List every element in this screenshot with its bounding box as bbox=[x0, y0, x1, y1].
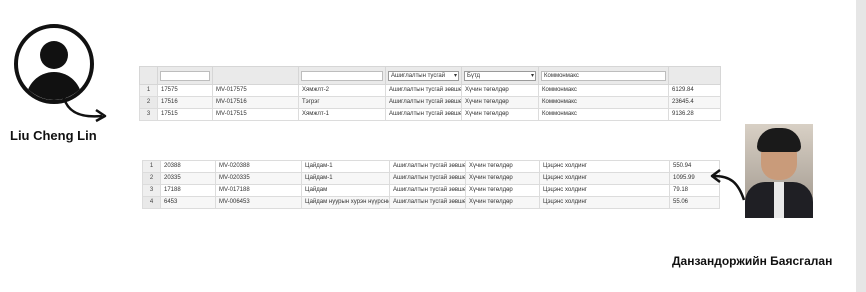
cell-name: Цайдам-1 bbox=[301, 160, 390, 173]
cell-company: Коммонмакс bbox=[538, 96, 669, 109]
filter-select-type[interactable]: Ашиглалтын тусгай ▾ bbox=[388, 70, 459, 81]
filter-select-status[interactable]: Бүтд ▾ bbox=[464, 70, 536, 81]
filter-cell-status: Бүтд ▾ bbox=[461, 66, 539, 85]
cell-code: 17188 bbox=[160, 184, 216, 197]
cell-type: Ашиглалтын тусгай зөвшөө bbox=[389, 184, 466, 197]
cell-type: Ашиглалтын тусгай зөвшөө bbox=[389, 172, 466, 185]
person-photo bbox=[745, 124, 813, 218]
table-row[interactable]: 2 20335 MV-020335 Цайдам-1 Ашиглалтын ту… bbox=[142, 172, 720, 185]
cell-company: Коммонмакс bbox=[538, 84, 669, 97]
chevron-down-icon: ▾ bbox=[453, 72, 457, 79]
cell-license: MV-020335 bbox=[215, 172, 302, 185]
photo-shirt bbox=[774, 182, 784, 218]
cell-area: 9136.28 bbox=[668, 108, 721, 121]
row-index: 2 bbox=[139, 96, 158, 109]
table-row[interactable]: 2 17516 MV-017516 Тэгрэг Ашиглалтын тусг… bbox=[139, 96, 721, 109]
cell-license: MV-017515 bbox=[212, 108, 299, 121]
chevron-down-icon: ▾ bbox=[530, 72, 534, 79]
cell-company: Цэцэнс холдинг bbox=[539, 184, 670, 197]
license-table-top: Ашиглалтын тусгай ▾ Бүтд ▾ Коммонмакс 1 17… bbox=[139, 66, 721, 121]
cell-status: Хүчин төгөлдөр bbox=[461, 108, 539, 121]
license-table-bottom: 1 20388 MV-020388 Цайдам-1 Ашиглалтын ту… bbox=[142, 160, 720, 209]
filter-cell-blank bbox=[139, 66, 158, 85]
filter-input-code[interactable] bbox=[160, 70, 210, 81]
filter-input-company[interactable]: Коммонмакс bbox=[541, 70, 666, 81]
row-index: 2 bbox=[142, 172, 161, 185]
filter-select-type-value: Ашиглалтын тусгай bbox=[391, 72, 446, 79]
cell-license: MV-017188 bbox=[215, 184, 302, 197]
cell-name: Цайдам-1 bbox=[301, 172, 390, 185]
filter-cell-license bbox=[212, 66, 299, 85]
table-row[interactable]: 3 17188 MV-017188 Цайдам Ашиглалтын тусг… bbox=[142, 184, 720, 197]
cell-company: Коммонмакс bbox=[538, 108, 669, 121]
cell-status: Хүчин төгөлдөр bbox=[465, 184, 540, 197]
cell-code: 20335 bbox=[160, 172, 216, 185]
cell-area: 6129.84 bbox=[668, 84, 721, 97]
cell-type: Ашиглалтын тусгай зөвшөө bbox=[389, 160, 466, 173]
cell-license: MV-006453 bbox=[215, 196, 302, 209]
cell-name: Цайдам нуурын хурэн нүүрсний bbox=[301, 196, 390, 209]
row-index: 1 bbox=[142, 160, 161, 173]
cell-name: Цайдам bbox=[301, 184, 390, 197]
table-row[interactable]: 1 20388 MV-020388 Цайдам-1 Ашиглалтын ту… bbox=[142, 160, 720, 173]
filter-cell-company: Коммонмакс bbox=[538, 66, 669, 85]
right-edge-strip bbox=[856, 0, 866, 292]
row-index: 3 bbox=[139, 108, 158, 121]
user-avatar-icon bbox=[14, 24, 94, 104]
cell-status: Хүчин төгөлдөр bbox=[465, 172, 540, 185]
arrow-left-icon bbox=[710, 169, 746, 201]
cell-type: Ашиглалтын тусгай зөвшөө bbox=[389, 196, 466, 209]
row-index: 3 bbox=[142, 184, 161, 197]
arrow-right-icon bbox=[62, 97, 107, 123]
filter-select-status-value: Бүтд bbox=[467, 72, 480, 79]
cell-status: Хүчин төгөлдөр bbox=[461, 96, 539, 109]
cell-status: Хүчин төгөлдөр bbox=[461, 84, 539, 97]
table-row[interactable]: 4 6453 MV-006453 Цайдам нуурын хурэн нүү… bbox=[142, 196, 720, 209]
cell-code: 6453 bbox=[160, 196, 216, 209]
avatar-head bbox=[40, 41, 68, 69]
cell-type: Ашиглалтын тусгай зөвшөө bbox=[385, 96, 462, 109]
table-row[interactable]: 1 17575 MV-017575 Хямжлт-2 Ашиглалтын ту… bbox=[139, 84, 721, 97]
cell-status: Хүчин төгөлдөр bbox=[465, 196, 540, 209]
cell-code: 17515 bbox=[157, 108, 213, 121]
cell-code: 17575 bbox=[157, 84, 213, 97]
cell-type: Ашиглалтын тусгай зөвшөө bbox=[385, 84, 462, 97]
cell-license: MV-017575 bbox=[212, 84, 299, 97]
table-row[interactable]: 3 17515 MV-017515 Хямжлт-1 Ашиглалтын ту… bbox=[139, 108, 721, 121]
filter-cell-name bbox=[298, 66, 386, 85]
filter-cell-type: Ашиглалтын тусгай ▾ bbox=[385, 66, 462, 85]
cell-company: Цэцэнс холдинг bbox=[539, 172, 670, 185]
cell-area: 23645.4 bbox=[668, 96, 721, 109]
filter-cell-code bbox=[157, 66, 213, 85]
cell-code: 20388 bbox=[160, 160, 216, 173]
cell-company: Цэцэнс холдинг bbox=[539, 196, 670, 209]
photo-hair bbox=[757, 128, 801, 152]
filter-input-company-value: Коммонмакс bbox=[544, 72, 579, 79]
cell-type: Ашиглалтын тусгай зөвшөө bbox=[385, 108, 462, 121]
cell-company: Цэцэнс холдинг bbox=[539, 160, 670, 173]
filter-cell-area bbox=[668, 66, 721, 85]
cell-name: Тэгрэг bbox=[298, 96, 386, 109]
cell-code: 17516 bbox=[157, 96, 213, 109]
filter-input-name[interactable] bbox=[301, 70, 383, 81]
row-index: 1 bbox=[139, 84, 158, 97]
cell-status: Хүчин төгөлдөр bbox=[465, 160, 540, 173]
filter-row: Ашиглалтын тусгай ▾ Бүтд ▾ Коммонмакс bbox=[139, 66, 721, 85]
cell-name: Хямжлт-1 bbox=[298, 108, 386, 121]
row-index: 4 bbox=[142, 196, 161, 209]
person-name-left: Liu Cheng Lin bbox=[10, 128, 97, 143]
cell-license: MV-020388 bbox=[215, 160, 302, 173]
cell-name: Хямжлт-2 bbox=[298, 84, 386, 97]
cell-license: MV-017516 bbox=[212, 96, 299, 109]
person-name-right: Данзандоржийн Баясгалан bbox=[672, 254, 833, 268]
